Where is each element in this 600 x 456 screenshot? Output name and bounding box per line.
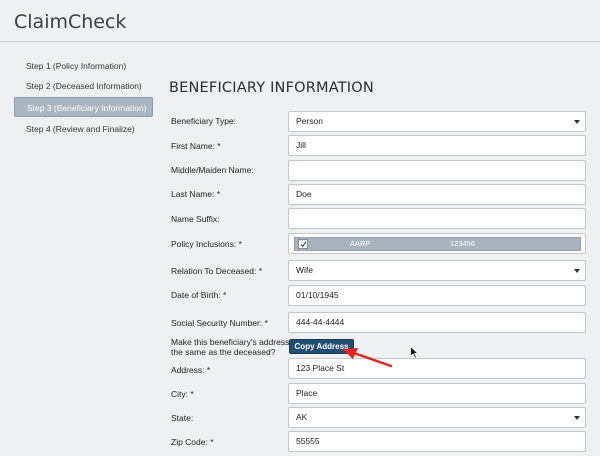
step-3-link[interactable]: Step 3 (Beneficiary Information)	[14, 97, 153, 117]
step-2-link[interactable]: Step 2 (Deceased Information)	[14, 76, 153, 96]
step-4-link[interactable]: Step 4 (Review and Finalize)	[14, 119, 153, 139]
state-value: AK	[296, 412, 307, 422]
middle-name-label: Middle/Maiden Name:	[171, 165, 254, 176]
section-title: BENEFICIARY INFORMATION	[169, 80, 374, 96]
inclusion-number: 123456	[450, 239, 475, 248]
beneficiary-type-select[interactable]: Person	[288, 111, 586, 132]
dob-input[interactable]: 01/10/1945	[288, 285, 586, 306]
city-input[interactable]: Place	[288, 383, 586, 404]
policy-inclusion-row[interactable]: AARP 123456	[294, 237, 581, 251]
city-value: Place	[296, 388, 317, 398]
last-name-value: Doe	[296, 189, 312, 199]
ssn-value: 444-44-4444	[296, 317, 344, 327]
chevron-down-icon	[574, 416, 580, 420]
first-name-label: First Name: *	[171, 141, 221, 152]
beneficiary-type-label: Beneficiary Type:	[171, 116, 236, 127]
copy-prompt-line2: the same as the deceased?	[171, 347, 275, 358]
policy-inclusions-label: Policy Inclusions: *	[171, 239, 242, 250]
zip-input[interactable]: 55555	[288, 431, 586, 452]
last-name-input[interactable]: Doe	[288, 184, 586, 205]
step-1-link[interactable]: Step 1 (Policy Information)	[14, 56, 153, 76]
beneficiary-type-value: Person	[296, 116, 323, 126]
inclusion-checkbox[interactable]	[298, 239, 308, 249]
name-suffix-label: Name Suffix:	[171, 214, 220, 225]
dob-label: Date of Birth: *	[171, 290, 226, 301]
chevron-down-icon	[574, 120, 580, 124]
zip-label: Zip Code: *	[171, 437, 214, 448]
relation-select[interactable]: Wife	[288, 260, 586, 281]
city-label: City: *	[171, 389, 194, 400]
ssn-input[interactable]: 444-44-4444	[288, 312, 586, 333]
inclusion-name: AARP	[350, 239, 370, 248]
state-label: State:	[171, 413, 193, 424]
policy-inclusions-list: AARP 123456	[288, 233, 586, 254]
red-arrow-icon	[340, 345, 396, 371]
first-name-input[interactable]: Jill	[288, 135, 586, 156]
dob-value: 01/10/1945	[296, 290, 339, 300]
chevron-down-icon	[574, 269, 580, 273]
ssn-label: Social Security Number: *	[171, 318, 268, 329]
middle-name-input[interactable]	[288, 160, 586, 181]
mouse-cursor-icon	[410, 346, 419, 359]
name-suffix-input[interactable]	[288, 208, 586, 229]
relation-value: Wife	[296, 265, 313, 275]
address-label: Address: *	[171, 365, 210, 376]
address-input[interactable]: 123 Place St	[288, 358, 586, 379]
last-name-label: Last Name: *	[171, 189, 220, 200]
first-name-value: Jill	[296, 140, 306, 150]
zip-value: 55555	[296, 436, 320, 446]
address-value: 123 Place St	[296, 363, 344, 373]
app-title: ClaimCheck	[14, 11, 126, 33]
checkmark-icon	[300, 241, 307, 248]
relation-label: Relation To Deceased: *	[171, 266, 262, 277]
app-header: ClaimCheck	[0, 0, 600, 42]
state-select[interactable]: AK	[288, 407, 586, 428]
